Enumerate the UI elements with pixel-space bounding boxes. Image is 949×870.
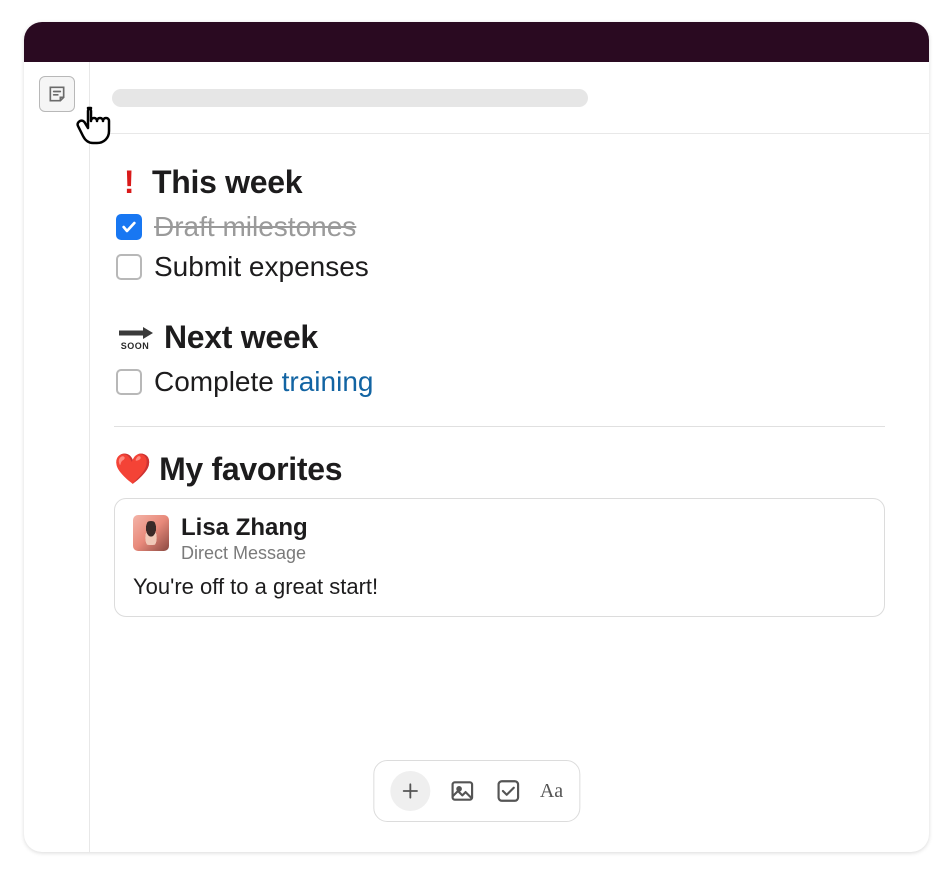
- image-icon: [449, 778, 475, 804]
- note-icon: [47, 84, 67, 104]
- card-subtitle: Direct Message: [181, 543, 308, 564]
- document-content[interactable]: ! This week Draft milestones Submit expe…: [90, 134, 929, 852]
- titlebar: [24, 22, 929, 62]
- image-button[interactable]: [448, 777, 476, 805]
- plus-icon: [400, 781, 420, 801]
- format-button[interactable]: Aa: [540, 780, 563, 803]
- header-strip: [90, 62, 929, 134]
- exclamation-icon: !: [114, 164, 144, 201]
- task-label: Submit expenses: [154, 251, 369, 283]
- task-label: Complete training: [154, 366, 373, 398]
- heading-text: This week: [152, 164, 302, 201]
- checklist-button[interactable]: [494, 777, 522, 805]
- task-label: Draft milestones: [154, 211, 356, 243]
- left-rail: [24, 62, 90, 852]
- section-heading-next-week: SOON Next week: [114, 319, 885, 356]
- checkbox[interactable]: [116, 214, 142, 240]
- link-training[interactable]: training: [282, 366, 374, 397]
- task-row: Complete training: [116, 366, 885, 398]
- divider: [114, 426, 885, 427]
- heading-text: Next week: [164, 319, 318, 356]
- checkbox[interactable]: [116, 254, 142, 280]
- card-message: You're off to a great start!: [133, 574, 866, 600]
- heading-text: My favorites: [159, 451, 342, 488]
- task-row: Draft milestones: [116, 211, 885, 243]
- checkbox[interactable]: [116, 369, 142, 395]
- check-icon: [121, 219, 137, 235]
- heart-icon: ❤️: [114, 452, 151, 487]
- avatar: [133, 515, 169, 551]
- message-card[interactable]: Lisa Zhang Direct Message You're off to …: [114, 498, 885, 617]
- task-row: Submit expenses: [116, 251, 885, 283]
- soon-icon: SOON: [114, 325, 156, 351]
- floating-toolbar: Aa: [373, 760, 580, 822]
- title-placeholder[interactable]: [112, 89, 588, 107]
- add-button[interactable]: [390, 771, 430, 811]
- canvas-button[interactable]: [39, 76, 75, 112]
- main-area: ! This week Draft milestones Submit expe…: [90, 62, 929, 852]
- section-heading-this-week: ! This week: [114, 164, 885, 201]
- card-author: Lisa Zhang: [181, 515, 308, 541]
- checkbox-icon: [495, 778, 521, 804]
- app-window: ! This week Draft milestones Submit expe…: [24, 22, 929, 852]
- section-heading-favorites: ❤️ My favorites: [114, 451, 885, 488]
